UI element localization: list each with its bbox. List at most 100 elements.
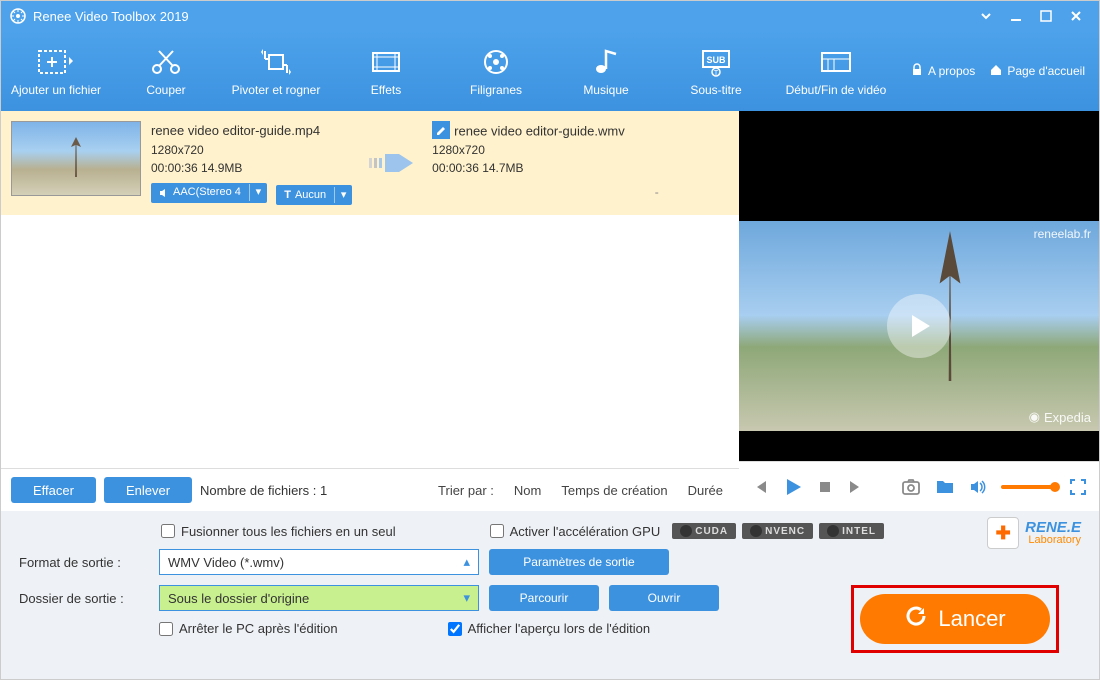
open-folder-button[interactable] <box>935 478 955 496</box>
folder-value: Sous le dossier d'origine <box>168 591 309 606</box>
tool-label: Sous-titre <box>690 83 741 97</box>
tool-label: Début/Fin de vidéo <box>786 83 887 97</box>
tool-label: Musique <box>583 83 628 97</box>
main-area: renee video editor-guide.mp4 1280x720 00… <box>1 111 1099 511</box>
source-resolution: 1280x720 <box>151 141 352 159</box>
tool-label: Couper <box>146 83 185 97</box>
tool-intro-outro[interactable]: Début/Fin de vidéo <box>771 31 901 111</box>
merge-checkbox[interactable]: Fusionner tous les fichiers en un seul <box>161 524 396 539</box>
sort-by-duration[interactable]: Durée <box>682 483 729 498</box>
preview-cb-label: Afficher l'aperçu lors de l'édition <box>468 621 651 636</box>
volume-button[interactable] <box>969 478 987 496</box>
volume-slider[interactable] <box>1001 485 1055 489</box>
music-icon <box>591 45 621 79</box>
brand-name: RENE.E <box>1025 520 1081 535</box>
chevron-up-icon: ▴ <box>463 554 470 570</box>
brand-sub: Laboratory <box>1025 535 1081 546</box>
tool-subtitle[interactable]: SUB T Sous-titre <box>661 31 771 111</box>
svg-text:T: T <box>714 70 719 77</box>
dropdown-button[interactable] <box>971 1 1001 31</box>
file-row[interactable]: renee video editor-guide.mp4 1280x720 00… <box>1 111 739 215</box>
merge-label: Fusionner tous les fichiers en un seul <box>181 524 396 539</box>
gpu-badge-nvenc: NVENC <box>742 523 813 539</box>
sort-by-time[interactable]: Temps de création <box>555 483 673 498</box>
globe-icon: ◉ <box>1029 409 1040 425</box>
tool-rotate-crop[interactable]: Pivoter et rogner <box>221 31 331 111</box>
lock-icon <box>910 63 924 80</box>
maximize-button[interactable] <box>1031 1 1061 31</box>
dest-meta: 00:00:36 14.7MB <box>432 159 625 177</box>
preview-panel: reneelab.fr ◉Expedia <box>739 111 1099 511</box>
launch-button[interactable]: Lancer <box>860 594 1050 644</box>
play-overlay-button[interactable] <box>887 294 951 358</box>
sort-label: Trier par : <box>432 483 500 498</box>
remove-button[interactable]: Enlever <box>104 477 192 503</box>
shutdown-checkbox[interactable]: Arrêter le PC après l'édition <box>159 621 338 636</box>
effects-icon <box>369 45 403 79</box>
list-controls: Effacer Enlever Nombre de fichiers : 1 T… <box>1 468 739 511</box>
refresh-icon <box>904 604 928 634</box>
gpu-badge-intel: INTEL <box>819 523 884 539</box>
launch-highlight: Lancer <box>851 585 1059 653</box>
file-thumbnail <box>11 121 141 196</box>
chevron-down-icon: ▾ <box>463 590 470 606</box>
folder-select[interactable]: Sous le dossier d'origine ▾ <box>159 585 479 611</box>
tool-label: Ajouter un fichier <box>11 83 101 97</box>
output-params-button[interactable]: Paramètres de sortie <box>489 549 669 575</box>
add-file-icon <box>37 45 75 79</box>
tool-label: Effets <box>371 83 401 97</box>
home-link[interactable]: Page d'accueil <box>989 63 1085 80</box>
browse-button[interactable]: Parcourir <box>489 585 599 611</box>
open-button[interactable]: Ouvrir <box>609 585 719 611</box>
preview-checkbox[interactable]: Afficher l'aperçu lors de l'édition <box>448 621 651 636</box>
subtitle-icon: SUB T <box>699 45 733 79</box>
tool-cut[interactable]: Couper <box>111 31 221 111</box>
gpu-label: Activer l'accélération GPU <box>510 524 661 539</box>
dest-filename: renee video editor-guide.wmv <box>454 124 625 139</box>
gpu-checkbox[interactable]: Activer l'accélération GPU <box>490 524 661 539</box>
status-dash: - <box>635 185 659 205</box>
preview-video[interactable]: reneelab.fr ◉Expedia <box>739 221 1099 431</box>
audio-track-chip[interactable]: AAC(Stereo 4 ▾ <box>151 183 267 203</box>
tool-label: Pivoter et rogner <box>232 83 321 97</box>
brand-bag-icon: ✚ <box>987 517 1019 549</box>
tool-music[interactable]: Musique <box>551 31 661 111</box>
tool-add-file[interactable]: Ajouter un fichier <box>1 31 111 111</box>
clear-button[interactable]: Effacer <box>11 477 96 503</box>
play-button[interactable] <box>783 477 803 497</box>
svg-text:SUB: SUB <box>706 55 726 65</box>
home-icon <box>989 63 1003 80</box>
about-link[interactable]: A propos <box>910 63 975 80</box>
format-label: Format de sortie : <box>19 555 149 570</box>
tool-watermark[interactable]: Filigranes <box>441 31 551 111</box>
tool-effects[interactable]: Effets <box>331 31 441 111</box>
stop-button[interactable] <box>817 479 833 495</box>
player-controls <box>739 461 1099 511</box>
settings-panel: Fusionner tous les fichiers en un seul A… <box>1 511 1099 679</box>
minimize-button[interactable] <box>1001 1 1031 31</box>
crop-rotate-icon <box>259 45 293 79</box>
chevron-down-icon: ▾ <box>334 187 352 204</box>
text-icon: T <box>284 187 291 204</box>
edit-icon[interactable] <box>432 121 450 139</box>
audio-chip-label: AAC(Stereo 4 <box>173 184 241 201</box>
watermark-top: reneelab.fr <box>1034 227 1091 241</box>
source-file-info: renee video editor-guide.mp4 1280x720 00… <box>151 121 352 205</box>
next-button[interactable] <box>847 478 865 496</box>
watermark-icon <box>479 45 513 79</box>
close-button[interactable] <box>1061 1 1091 31</box>
shutdown-label: Arrêter le PC après l'édition <box>179 621 338 636</box>
fullscreen-button[interactable] <box>1069 478 1087 496</box>
sort-by-name[interactable]: Nom <box>508 483 547 498</box>
folder-label: Dossier de sortie : <box>19 591 149 606</box>
watermark-bottom: ◉Expedia <box>1029 409 1091 425</box>
snapshot-button[interactable] <box>901 478 921 496</box>
prev-button[interactable] <box>751 478 769 496</box>
subtitle-chip[interactable]: TAucun ▾ <box>276 185 352 205</box>
scissors-icon <box>149 45 183 79</box>
format-select[interactable]: WMV Video (*.wmv) ▴ <box>159 549 479 575</box>
source-meta: 00:00:36 14.9MB <box>151 159 352 177</box>
speaker-icon <box>159 188 169 198</box>
titlebar: Renee Video Toolbox 2019 <box>1 1 1099 31</box>
app-logo-icon <box>9 7 27 25</box>
